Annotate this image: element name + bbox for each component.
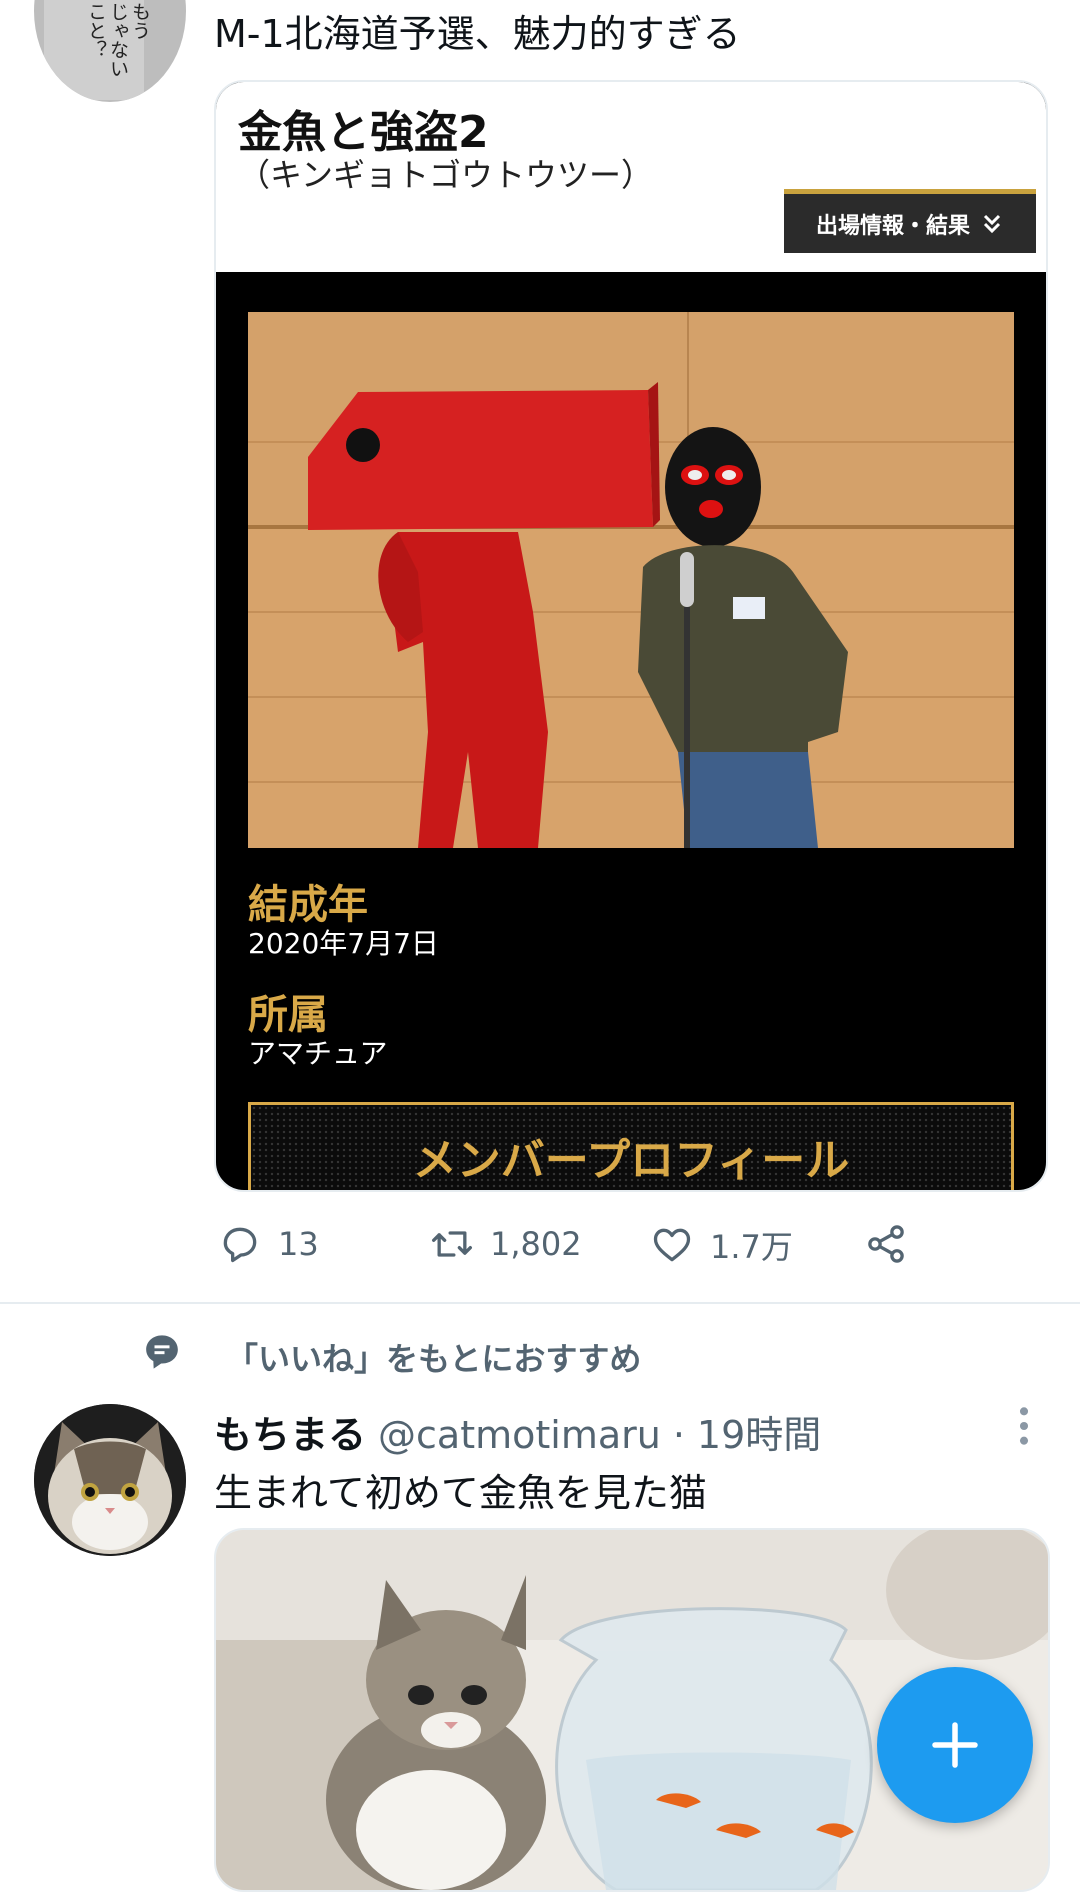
affiliation-value: アマチュア [248,1037,388,1070]
avatar-text: こと？ [85,2,107,59]
display-name[interactable]: もちまる [214,1404,366,1459]
share-button[interactable] [864,1222,908,1266]
like-button[interactable]: 1.7万 [650,1222,793,1268]
performer-photo [248,312,1014,848]
founded-value: 2020年7月7日 [248,927,439,960]
reply-icon [223,1227,257,1263]
more-options-icon[interactable] [1010,1404,1038,1448]
tweet-header: もちまる @catmotimaru · 19時間 [214,1404,821,1459]
compose-tweet-button[interactable] [877,1667,1033,1823]
heart-icon [653,1228,691,1262]
timestamp[interactable]: 19時間 [697,1404,821,1459]
card-subtitle: （キンギョトゴウトウツー） [238,156,654,194]
plus-icon [932,1722,978,1768]
share-icon [868,1225,904,1263]
entry-info-button[interactable]: 出場情報・結果 [784,189,1036,253]
separator-dot: · [672,1413,685,1457]
reply-count: 13 [278,1225,319,1263]
card-header: 金魚と強盗2 （キンギョトゴウトウツー） 出場情報・結果 [216,82,1046,272]
avatar-text: もう [129,2,151,40]
retweet-count: 1,802 [490,1225,582,1263]
member-profile-button[interactable]: メンバープロフィール [248,1102,1014,1190]
double-chevron-down-icon [983,214,1001,233]
tweet-text: M-1北海道予選、魅力的すぎる [214,12,741,56]
user-handle[interactable]: @catmotimaru [378,1413,661,1457]
entry-info-label: 出場情報・結果 [815,213,970,239]
retweet-icon [432,1231,472,1257]
speech-bubble-icon [146,1335,178,1369]
reply-button[interactable]: 13 [218,1222,319,1266]
avatar-text: じゃない [107,2,129,78]
cat-avatar-image [34,1404,186,1556]
avatar[interactable]: もう じゃない こと？ [34,0,186,102]
retweet-button[interactable]: 1,802 [430,1222,582,1266]
tweet-text: 生まれて初めて金魚を見た猫 [214,1471,707,1515]
like-count: 1.7万 [710,1228,793,1266]
tweet-divider [0,1302,1080,1304]
avatar[interactable] [34,1404,186,1556]
recommendation-context: 「いいね」をもとにおすすめ [226,1340,642,1378]
link-card[interactable]: 金魚と強盗2 （キンギョトゴウトウツー） 出場情報・結果 結成年 2020年7月… [214,80,1048,1192]
